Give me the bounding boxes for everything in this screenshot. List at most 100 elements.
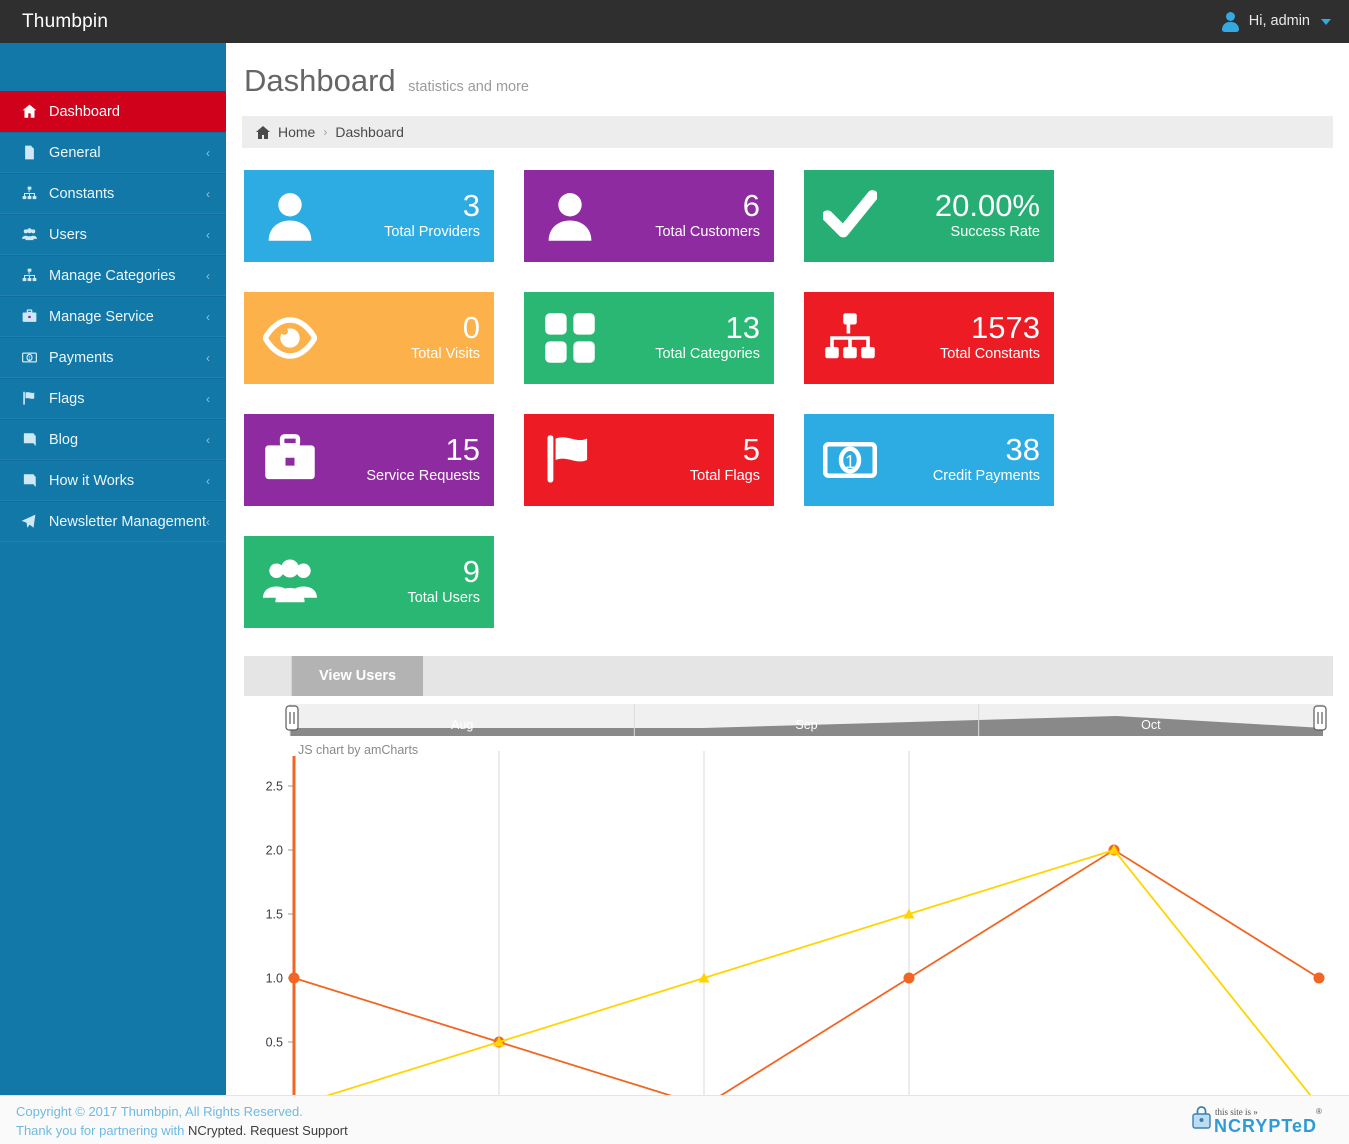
sidebar-item-newsletter-management[interactable]: Newsletter Management ‹ — [0, 501, 226, 542]
user-menu[interactable]: Hi, admin — [1221, 0, 1331, 43]
user-greeting-label: Hi, admin — [1248, 13, 1310, 29]
chart-credit-label: JS chart by amCharts — [298, 743, 418, 757]
chart-data-point[interactable] — [903, 972, 915, 984]
stat-card-label: Total Categories — [655, 345, 760, 362]
users-icon — [18, 227, 40, 242]
stat-card-total-constants[interactable]: 1573 Total Constants — [804, 292, 1054, 384]
chevron-left-icon: ‹ — [206, 350, 210, 365]
users-icon — [244, 536, 336, 628]
footer-ncrypted-link[interactable]: NCrypted. — [188, 1123, 247, 1138]
stat-card-value: 38 — [1005, 432, 1040, 468]
stat-card-label: Credit Payments — [932, 467, 1040, 484]
breadcrumb-home-link[interactable]: Home — [278, 124, 315, 140]
stat-card-label: Total Customers — [655, 223, 760, 240]
user-icon — [244, 170, 336, 262]
chart-data-point[interactable] — [288, 972, 300, 984]
sidebar-item-general[interactable]: General ‹ — [0, 132, 226, 173]
footer-copyright: Copyright © 2017 Thumbpin, All Rights Re… — [16, 1104, 303, 1119]
sidebar-item-manage-categories[interactable]: Manage Categories ‹ — [0, 255, 226, 296]
sidebar-item-payments[interactable]: 1 Payments ‹ — [0, 337, 226, 378]
sitemap-icon — [804, 292, 896, 384]
tab-bar-spacer — [244, 656, 292, 696]
stat-card-total-providers[interactable]: 3 Total Providers — [244, 170, 494, 262]
stat-card-text: 15 Service Requests — [336, 434, 494, 485]
stat-card-label: Success Rate — [950, 223, 1040, 240]
stat-card-text: 0 Total Visits — [336, 312, 494, 363]
chart-canvas[interactable]: AugSepOctJS chart by amCharts0.00.51.01.… — [244, 696, 1333, 1095]
chevron-left-icon: ‹ — [206, 186, 210, 201]
stat-card-label: Service Requests — [366, 467, 480, 484]
sidebar-toggle-row — [0, 43, 226, 91]
page-subtitle: statistics and more — [408, 79, 529, 95]
top-bar: Thumbpin Hi, admin — [0, 0, 1349, 43]
sidebar-item-label: General — [49, 144, 101, 161]
chevron-down-icon[interactable] — [1321, 18, 1331, 25]
chart-series-customer — [288, 844, 1325, 1095]
sidebar-item-blog[interactable]: Blog ‹ — [0, 419, 226, 460]
chart-y-tick-label: 1.5 — [266, 908, 283, 922]
stat-card-value: 3 — [462, 188, 480, 224]
chevron-left-icon: ‹ — [206, 514, 210, 529]
chevron-left-icon: ‹ — [206, 391, 210, 406]
sitemap-icon — [18, 186, 40, 201]
ncrypted-logo[interactable]: this site is » NCRYPTeD ® — [1189, 1101, 1331, 1139]
sidebar-item-label: Blog — [49, 431, 79, 448]
footer: Copyright © 2017 Thumbpin, All Rights Re… — [0, 1095, 1349, 1144]
stat-card-value: 13 — [725, 310, 760, 346]
sidebar-item-flags[interactable]: Flags ‹ — [0, 378, 226, 419]
chart-y-tick-label: 2.5 — [266, 780, 283, 794]
chart-scrollbar-label: Oct — [1141, 718, 1161, 732]
sidebar-item-dashboard[interactable]: Dashboard — [0, 91, 226, 132]
panel-tab-bar: View Users — [244, 656, 1333, 696]
stat-card-text: 6 Total Customers — [616, 190, 774, 241]
sidebar-item-users[interactable]: Users ‹ — [0, 214, 226, 255]
stat-card-credit-payments[interactable]: 1 38 Credit Payments — [804, 414, 1054, 506]
home-icon — [256, 125, 270, 139]
sidebar-item-label: Constants — [49, 185, 115, 202]
stat-card-value: 1573 — [971, 310, 1040, 346]
chart-y-tick-label: 0.5 — [266, 1036, 283, 1050]
sidebar-item-how-it-works[interactable]: How it Works ‹ — [0, 460, 226, 501]
chart-y-tick-label: 2.0 — [266, 844, 283, 858]
svg-text:1: 1 — [28, 356, 31, 362]
page-header: Dashboard statistics and more — [226, 43, 1349, 99]
stat-card-text: 20.00% Success Rate — [896, 190, 1054, 241]
tab-view-users[interactable]: View Users — [292, 656, 424, 696]
chevron-left-icon: ‹ — [206, 473, 210, 488]
stat-card-total-visits[interactable]: 0 Total Visits — [244, 292, 494, 384]
sidebar-item-constants[interactable]: Constants ‹ — [0, 173, 226, 214]
footer-request-support-link[interactable]: Request Support — [247, 1123, 348, 1138]
eye-icon — [244, 292, 336, 384]
chart-data-point[interactable] — [1313, 972, 1325, 984]
stat-card-service-requests[interactable]: 15 Service Requests — [244, 414, 494, 506]
stat-card-total-categories[interactable]: 13 Total Categories — [524, 292, 774, 384]
stat-card-total-users[interactable]: 9 Total Users — [244, 536, 494, 628]
sidebar-item-label: Manage Categories — [49, 267, 176, 284]
users-line-chart[interactable]: AugSepOctJS chart by amCharts0.00.51.01.… — [244, 696, 1333, 1095]
check-icon — [804, 170, 896, 262]
chart-scrollbar-label: Aug — [451, 718, 473, 732]
stat-card-label: Total Visits — [410, 345, 480, 362]
book-icon — [18, 473, 40, 488]
stat-card-total-customers[interactable]: 6 Total Customers — [524, 170, 774, 262]
stat-card-success-rate[interactable]: 20.00% Success Rate — [804, 170, 1054, 262]
flag-icon — [18, 391, 40, 406]
stat-card-total-flags[interactable]: 5 Total Flags — [524, 414, 774, 506]
book-icon — [18, 432, 40, 447]
stat-card-value: 9 — [462, 554, 480, 590]
breadcrumb-current: Dashboard — [335, 124, 404, 140]
svg-text:NCRYPTeD: NCRYPTeD — [1214, 1116, 1317, 1136]
stat-card-value: 15 — [445, 432, 480, 468]
stat-card-text: 9 Total Users — [336, 556, 494, 607]
stat-card-value: 6 — [742, 188, 760, 224]
sidebar-item-manage-service[interactable]: Manage Service ‹ — [0, 296, 226, 337]
chevron-left-icon: ‹ — [206, 227, 210, 242]
sidebar-item-label: Manage Service — [49, 308, 154, 325]
sidebar-item-label: Payments — [49, 349, 114, 366]
chart-scrollbar-left-grip[interactable] — [285, 705, 299, 731]
stat-card-value: 20.00% — [934, 188, 1040, 224]
stat-card-value: 5 — [742, 432, 760, 468]
stat-card-text: 1573 Total Constants — [896, 312, 1054, 363]
app-brand[interactable]: Thumbpin — [22, 0, 108, 43]
chart-scrollbar-right-grip[interactable] — [1313, 705, 1327, 731]
